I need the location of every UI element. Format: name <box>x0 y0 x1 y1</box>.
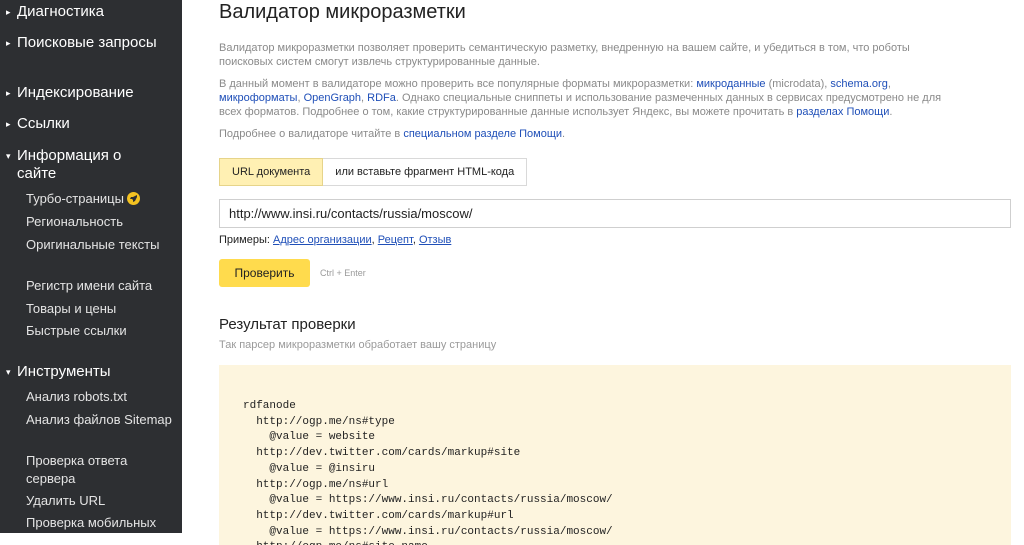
sidebar-item-remove-url[interactable]: Удалить URL <box>26 492 176 510</box>
microdata-link[interactable]: микроданные <box>696 78 765 90</box>
more-info-text: Подробнее о валидаторе читайте в специал… <box>219 128 566 140</box>
sidebar-section-site-info[interactable]: ▾ Информация о сайте <box>6 147 176 183</box>
sidebar-item-mobile-check[interactable]: Проверка мобильных <box>26 514 176 532</box>
intro-text: Валидатор микроразметки позволяет провер… <box>219 42 910 68</box>
page-title: Валидатор микроразметки <box>219 1 466 23</box>
examples-label: Примеры: <box>219 234 273 246</box>
example-recipe-link[interactable]: Рецепт <box>378 234 413 246</box>
sidebar-item-label: Анализ файлов Sitemap <box>26 412 172 427</box>
input-mode-tabs: URL документа или вставьте фрагмент HTML… <box>219 158 528 186</box>
sidebar-item-robots-analysis[interactable]: Анализ robots.txt <box>26 388 176 406</box>
sidebar-section-label: Инструменты <box>17 363 111 380</box>
chevron-right-icon: ▸ <box>6 7 11 17</box>
help-sections-link[interactable]: разделах Помощи <box>796 106 889 118</box>
chevron-right-icon: ▸ <box>6 119 11 129</box>
sidebar-item-regionality[interactable]: Региональность <box>26 213 176 231</box>
chevron-right-icon: ▸ <box>6 88 11 98</box>
sidebar-section-tools[interactable]: ▾ Инструменты <box>6 363 176 382</box>
chevron-right-icon: ▸ <box>6 38 11 48</box>
sidebar-section-search-queries[interactable]: ▸ Поисковые запросы <box>6 34 176 53</box>
sidebar-item-label: Региональность <box>26 214 123 229</box>
sidebar-section-label: Ссылки <box>17 115 70 132</box>
sidebar-item-label: Быстрые ссылки <box>26 323 127 338</box>
example-review-link[interactable]: Отзыв <box>419 234 451 246</box>
sidebar-item-site-name-case[interactable]: Регистр имени сайта <box>26 277 176 295</box>
sidebar-section-diagnostics[interactable]: ▸ Диагностика <box>6 3 176 22</box>
tab-html-fragment[interactable]: или вставьте фрагмент HTML-кода <box>323 158 528 186</box>
check-button[interactable]: Проверить <box>219 259 310 287</box>
sidebar-item-label: Регистр имени сайта <box>26 278 153 293</box>
rocket-icon <box>126 192 140 205</box>
sidebar-item-label: Проверка мобильных <box>26 515 157 530</box>
sidebar-item-server-response[interactable]: Проверка ответа сервера <box>26 452 176 488</box>
sidebar-item-label: Анализ robots.txt <box>26 389 127 404</box>
url-input[interactable] <box>219 199 1011 228</box>
sidebar-item-quick-links[interactable]: Быстрые ссылки <box>26 322 176 340</box>
opengraph-link[interactable]: OpenGraph <box>304 92 361 104</box>
tab-url[interactable]: URL документа <box>219 158 324 186</box>
formats-text: В данный момент в валидаторе можно прове… <box>219 78 942 118</box>
examples: Примеры: Адрес организации, Рецепт, Отзы… <box>219 234 452 246</box>
sidebar-section-label: Информация о сайте <box>17 147 122 182</box>
example-organization-link[interactable]: Адрес организации <box>273 234 372 246</box>
chevron-down-icon: ▾ <box>6 151 11 161</box>
rdfa-link[interactable]: RDFa <box>367 92 396 104</box>
sidebar-item-label: Удалить URL <box>26 493 106 508</box>
sidebar-section-label: Индексирование <box>17 84 134 101</box>
sidebar-item-goods-prices[interactable]: Товары и цены <box>26 300 176 318</box>
result-subtitle: Так парсер микроразметки обработает вашу… <box>219 339 497 351</box>
sidebar-section-links[interactable]: ▸ Ссылки <box>6 115 176 134</box>
sidebar-item-turbo-pages[interactable]: Турбо-страницы <box>26 190 176 208</box>
sidebar-item-sitemap-analysis[interactable]: Анализ файлов Sitemap <box>26 411 176 429</box>
microformats-link[interactable]: микроформаты <box>219 92 297 104</box>
result-title: Результат проверки <box>219 316 356 333</box>
result-code-box: rdfanode http://ogp.me/ns#type @value = … <box>219 365 1011 545</box>
sidebar-section-label: Поисковые запросы <box>17 34 157 51</box>
help-special-section-link[interactable]: специальном разделе Помощи <box>403 128 562 140</box>
shortcut-hint: Ctrl + Enter <box>320 268 366 278</box>
sidebar: ▸ Диагностика ▸ Поисковые запросы ▸ Индекси… <box>0 0 182 533</box>
sidebar-item-original-texts[interactable]: Оригинальные тексты <box>26 236 176 254</box>
sidebar-item-label: Проверка ответа сервера <box>26 453 128 486</box>
sidebar-item-label: Оригинальные тексты <box>26 237 160 252</box>
sidebar-section-label: Диагностика <box>17 3 104 20</box>
sidebar-section-indexing[interactable]: ▸ Индексирование <box>6 84 176 103</box>
result-code: rdfanode http://ogp.me/ns#type @value = … <box>243 400 613 545</box>
sidebar-item-label: Товары и цены <box>26 301 117 316</box>
schema-org-link[interactable]: schema.org <box>830 78 887 90</box>
sidebar-item-label: Турбо-страницы <box>26 191 124 206</box>
chevron-down-icon: ▾ <box>6 367 11 377</box>
